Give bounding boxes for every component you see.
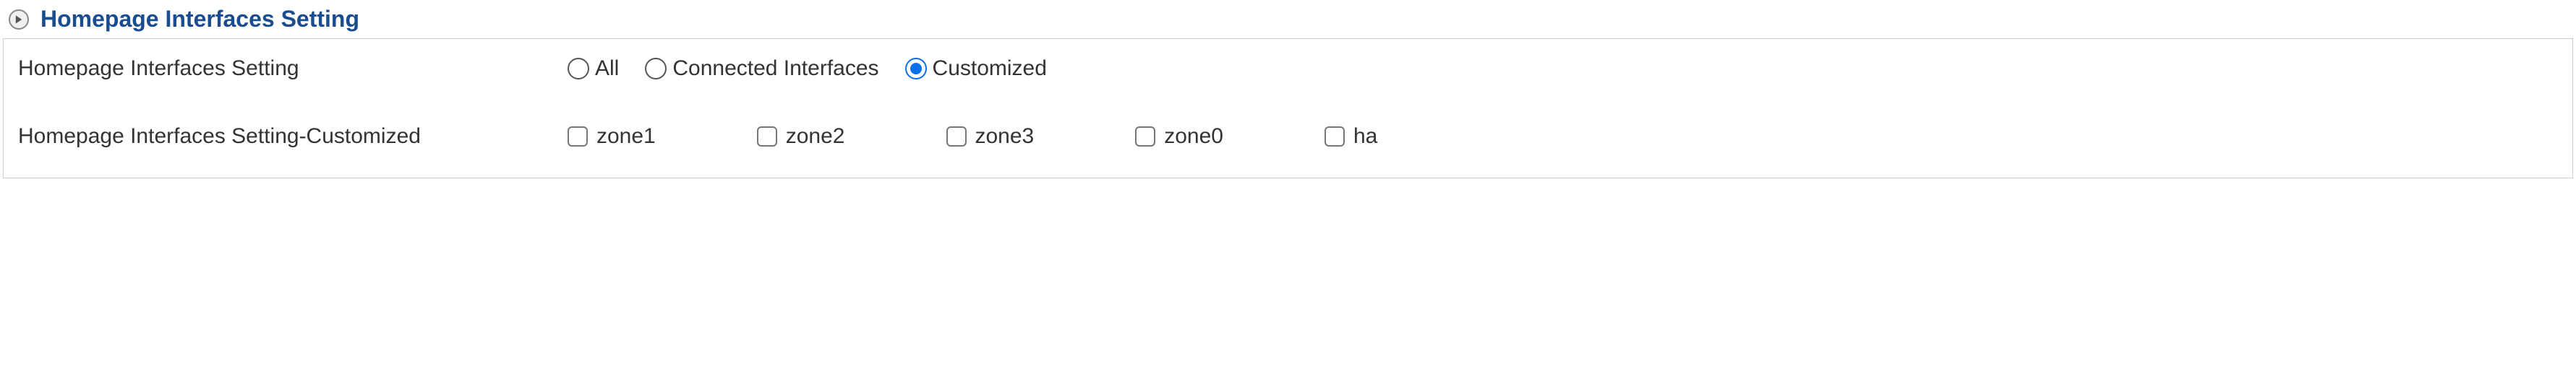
settings-panel: Homepage Interfaces Setting All Connecte… <box>3 38 2573 178</box>
checkbox-ha[interactable]: ha <box>1325 124 1377 149</box>
customized-zones-row: Homepage Interfaces Setting-Customized z… <box>18 124 2558 149</box>
interfaces-setting-radio-group: All Connected Interfaces Customized <box>568 56 1047 81</box>
section-header: Homepage Interfaces Setting <box>3 3 2573 35</box>
checkbox-icon <box>1135 126 1155 147</box>
checkbox-zone0[interactable]: zone0 <box>1135 124 1223 149</box>
checkbox-zone3[interactable]: zone3 <box>946 124 1035 149</box>
checkbox-icon <box>568 126 588 147</box>
checkbox-icon <box>1325 126 1345 147</box>
checkbox-label-zone3: zone3 <box>975 124 1035 149</box>
zones-checkbox-group: zone1 zone2 zone3 zone0 ha <box>568 124 1377 149</box>
expand-toggle-icon[interactable] <box>9 9 29 30</box>
checkbox-label-zone2: zone2 <box>786 124 845 149</box>
radio-all[interactable]: All <box>568 56 619 81</box>
checkbox-label-zone1: zone1 <box>596 124 656 149</box>
customized-zones-label: Homepage Interfaces Setting-Customized <box>18 124 568 149</box>
radio-icon <box>905 58 927 79</box>
checkbox-icon <box>946 126 967 147</box>
checkbox-zone2[interactable]: zone2 <box>757 124 845 149</box>
radio-icon <box>645 58 667 79</box>
radio-label-customized: Customized <box>933 56 1047 81</box>
radio-icon <box>568 58 589 79</box>
checkbox-zone1[interactable]: zone1 <box>568 124 656 149</box>
radio-connected-interfaces[interactable]: Connected Interfaces <box>645 56 878 81</box>
checkbox-label-zone0: zone0 <box>1164 124 1223 149</box>
section-title: Homepage Interfaces Setting <box>40 6 359 32</box>
radio-customized[interactable]: Customized <box>905 56 1047 81</box>
radio-label-connected: Connected Interfaces <box>672 56 878 81</box>
checkbox-label-ha: ha <box>1353 124 1377 149</box>
interfaces-setting-label: Homepage Interfaces Setting <box>18 56 568 81</box>
checkbox-icon <box>757 126 777 147</box>
radio-label-all: All <box>595 56 619 81</box>
interfaces-setting-row: Homepage Interfaces Setting All Connecte… <box>18 56 2558 81</box>
